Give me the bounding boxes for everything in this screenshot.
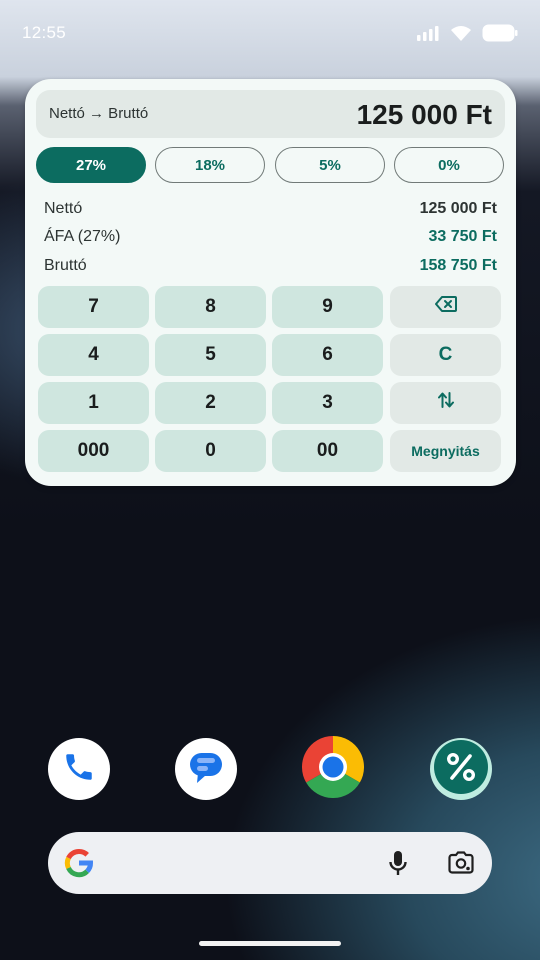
- key-3[interactable]: 3: [272, 382, 383, 424]
- key-7[interactable]: 7: [38, 286, 149, 328]
- conversion-mode-label[interactable]: Nettó → Bruttó: [49, 105, 148, 122]
- microphone-icon[interactable]: [388, 850, 408, 882]
- messages-app[interactable]: [175, 738, 237, 800]
- google-search-bar[interactable]: [48, 832, 492, 894]
- clear-button[interactable]: C: [390, 334, 501, 376]
- phone-app[interactable]: [48, 738, 110, 800]
- amount-display[interactable]: Nettó → Bruttó 125 000 Ft: [36, 90, 505, 138]
- status-bar: 12:55: [0, 0, 540, 66]
- messages-icon: [185, 746, 227, 793]
- key-9[interactable]: 9: [272, 286, 383, 328]
- net-label: Nettó: [44, 200, 83, 217]
- backspace-button[interactable]: [390, 286, 501, 328]
- swap-direction-button[interactable]: [390, 382, 501, 424]
- vat-value: 33 750 Ft: [428, 228, 497, 245]
- key-5[interactable]: 5: [155, 334, 266, 376]
- vat-label: ÁFA (27%): [44, 228, 121, 245]
- key-6[interactable]: 6: [272, 334, 383, 376]
- vat-chip-27[interactable]: 27%: [36, 147, 146, 183]
- key-0[interactable]: 0: [155, 430, 266, 472]
- phone-icon: [62, 750, 96, 789]
- google-logo-icon[interactable]: [62, 846, 96, 885]
- key-1[interactable]: 1: [38, 382, 149, 424]
- chrome-app[interactable]: [301, 735, 365, 803]
- battery-icon: [482, 24, 518, 47]
- key-8[interactable]: 8: [155, 286, 266, 328]
- vat-chip-18[interactable]: 18%: [155, 147, 265, 183]
- key-00[interactable]: 00: [272, 430, 383, 472]
- gross-value: 158 750 Ft: [419, 257, 497, 274]
- backspace-icon: [434, 296, 457, 318]
- gross-label: Bruttó: [44, 257, 87, 274]
- net-value: 125 000 Ft: [419, 200, 497, 217]
- gesture-nav-handle[interactable]: [199, 941, 341, 946]
- signal-icon: [416, 25, 440, 46]
- key-4[interactable]: 4: [38, 334, 149, 376]
- vat-calculator-app[interactable]: [430, 738, 492, 800]
- vat-calculator-widget: Nettó → Bruttó 125 000 Ft 27% 18% 5% 0% …: [25, 79, 516, 486]
- wifi-icon: [450, 25, 472, 47]
- percent-app-icon: [434, 739, 488, 799]
- display-amount: 125 000 Ft: [356, 99, 492, 130]
- chrome-icon: [301, 735, 365, 803]
- status-time: 12:55: [22, 23, 67, 42]
- vat-chip-0[interactable]: 0%: [394, 147, 504, 183]
- key-000[interactable]: 000: [38, 430, 149, 472]
- open-app-button[interactable]: Megnyitás: [390, 430, 501, 472]
- key-2[interactable]: 2: [155, 382, 266, 424]
- lens-camera-icon[interactable]: [448, 851, 474, 880]
- vat-chip-5[interactable]: 5%: [275, 147, 385, 183]
- swap-vertical-icon: [437, 391, 454, 415]
